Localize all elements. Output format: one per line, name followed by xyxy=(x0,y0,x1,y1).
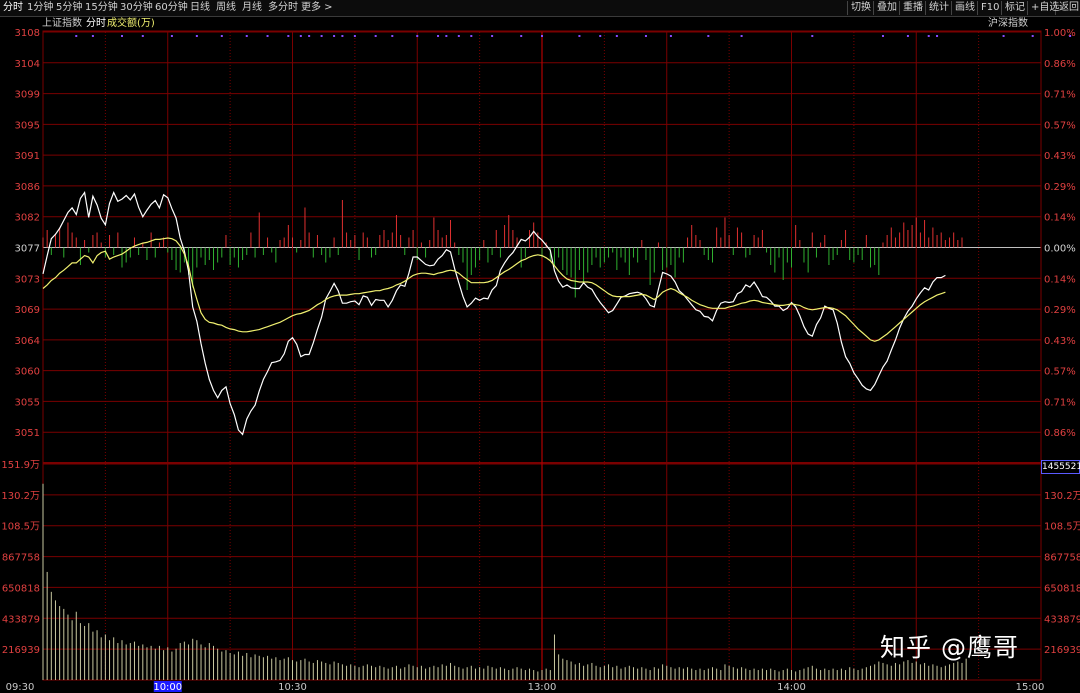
event-marker xyxy=(1002,35,1005,37)
event-marker xyxy=(374,35,377,37)
volume-tick-left: 130.2万 xyxy=(1,491,40,502)
price-tick-left: 3051 xyxy=(15,428,40,439)
axis-labels: 3108 1.00% 3104 0.86% 3099 0.71% 3095 0.57% 3091… xyxy=(1,28,1080,693)
average-line xyxy=(42,237,946,342)
time-tick: 13:00 xyxy=(528,682,557,693)
event-marker xyxy=(811,35,814,37)
intraday-chart[interactable]: 3108 1.00% 3104 0.86% 3099 0.71% 3095 0.57% 3091… xyxy=(0,0,1080,693)
volume-tick-right: 216939 xyxy=(1044,645,1080,656)
time-tick: 14:00 xyxy=(777,682,806,693)
event-marker xyxy=(91,35,94,37)
price-tick-right: 0.29% xyxy=(1044,305,1076,316)
event-marker xyxy=(740,35,743,37)
volume-tick-left: 867758 xyxy=(2,553,40,564)
volume-tick-right: 433879 xyxy=(1044,614,1080,625)
volume-tick-left: 650818 xyxy=(2,583,40,594)
volume-tick-left: 433879 xyxy=(2,614,40,625)
volume-tick-left: 216939 xyxy=(2,645,40,656)
event-marker xyxy=(121,35,124,37)
event-marker xyxy=(141,35,144,37)
volume-tick-left: 151.9万 xyxy=(1,460,40,471)
price-tick-right: 0.86% xyxy=(1044,59,1076,70)
volume-bars xyxy=(42,483,967,680)
price-tick-left: 3069 xyxy=(15,305,40,316)
volume-tick-right: 108.5万 xyxy=(1044,522,1080,533)
price-tick-right: 0.43% xyxy=(1044,336,1076,347)
price-tick-right: 0.00% xyxy=(1044,244,1076,255)
event-marker xyxy=(353,35,356,37)
event-marker xyxy=(320,35,323,37)
price-tick-left: 3091 xyxy=(15,151,40,162)
event-marker xyxy=(644,35,647,37)
price-tick-right: 0.71% xyxy=(1044,90,1076,101)
event-marker xyxy=(615,35,618,37)
event-marker xyxy=(491,35,494,37)
event-marker xyxy=(1031,35,1034,37)
top-markers xyxy=(75,35,1072,37)
price-tick-right: 0.14% xyxy=(1044,274,1076,285)
chart-grid xyxy=(42,30,1042,681)
event-marker xyxy=(707,35,710,37)
event-marker xyxy=(457,35,460,37)
price-tick-left: 3099 xyxy=(15,90,40,101)
price-tick-left: 3060 xyxy=(15,367,40,378)
event-marker xyxy=(520,35,523,37)
event-marker xyxy=(75,35,78,37)
price-lines xyxy=(42,190,946,436)
price-tick-left: 3108 xyxy=(15,28,40,39)
event-marker xyxy=(541,35,543,37)
event-marker xyxy=(578,35,581,37)
watermark-text: 知乎 @鹰哥 xyxy=(880,633,1019,662)
price-tick-right: 0.57% xyxy=(1044,120,1076,131)
volume-tick-left: 108.5万 xyxy=(1,522,40,533)
price-tick-left: 3055 xyxy=(15,397,40,408)
time-tick: 15:00 xyxy=(1016,682,1045,693)
price-tick-right: 1.00% xyxy=(1044,28,1076,39)
volume-tick-right: 130.2万 xyxy=(1044,491,1080,502)
volume-tick-right: 650818 xyxy=(1044,583,1080,594)
volume-tick-right: 867758 xyxy=(1044,553,1080,564)
event-marker xyxy=(220,35,223,37)
event-marker xyxy=(936,35,939,37)
sentiment-bars xyxy=(42,200,963,298)
event-marker xyxy=(308,35,311,37)
event-marker xyxy=(333,35,336,37)
event-marker xyxy=(927,35,930,37)
price-tick-right: 0.71% xyxy=(1044,397,1076,408)
price-tick-left: 3082 xyxy=(15,213,40,224)
event-marker xyxy=(287,35,290,37)
event-marker xyxy=(906,35,909,37)
price-tick-right: 0.57% xyxy=(1044,367,1076,378)
price-tick-left: 3086 xyxy=(15,182,40,193)
event-marker xyxy=(341,35,344,37)
event-marker xyxy=(266,35,269,37)
price-tick-right: 0.43% xyxy=(1044,151,1076,162)
price-tick-left: 3073 xyxy=(15,274,40,285)
event-marker xyxy=(445,35,448,37)
current-volume-badge: 1455521 xyxy=(1041,460,1080,474)
event-marker xyxy=(416,35,419,37)
price-line xyxy=(42,190,946,436)
time-tick: 10:00 xyxy=(153,682,182,693)
price-tick-left: 3095 xyxy=(15,120,40,131)
price-tick-right: 0.29% xyxy=(1044,182,1076,193)
time-tick: 10:30 xyxy=(278,682,307,693)
event-marker xyxy=(881,35,884,37)
time-tick: 09:30 xyxy=(6,682,35,693)
event-marker xyxy=(470,35,473,37)
event-marker xyxy=(170,35,173,37)
event-marker xyxy=(669,35,672,37)
price-tick-right: 0.86% xyxy=(1044,428,1076,439)
price-tick-left: 3064 xyxy=(15,336,40,347)
price-tick-left: 3104 xyxy=(15,59,40,70)
event-marker xyxy=(599,35,602,37)
event-marker xyxy=(391,35,394,37)
event-marker xyxy=(299,35,302,37)
price-tick-left: 3077 xyxy=(15,244,40,255)
event-marker xyxy=(245,35,248,37)
event-marker xyxy=(195,35,198,37)
price-tick-right: 0.14% xyxy=(1044,213,1076,224)
event-marker xyxy=(437,35,440,37)
